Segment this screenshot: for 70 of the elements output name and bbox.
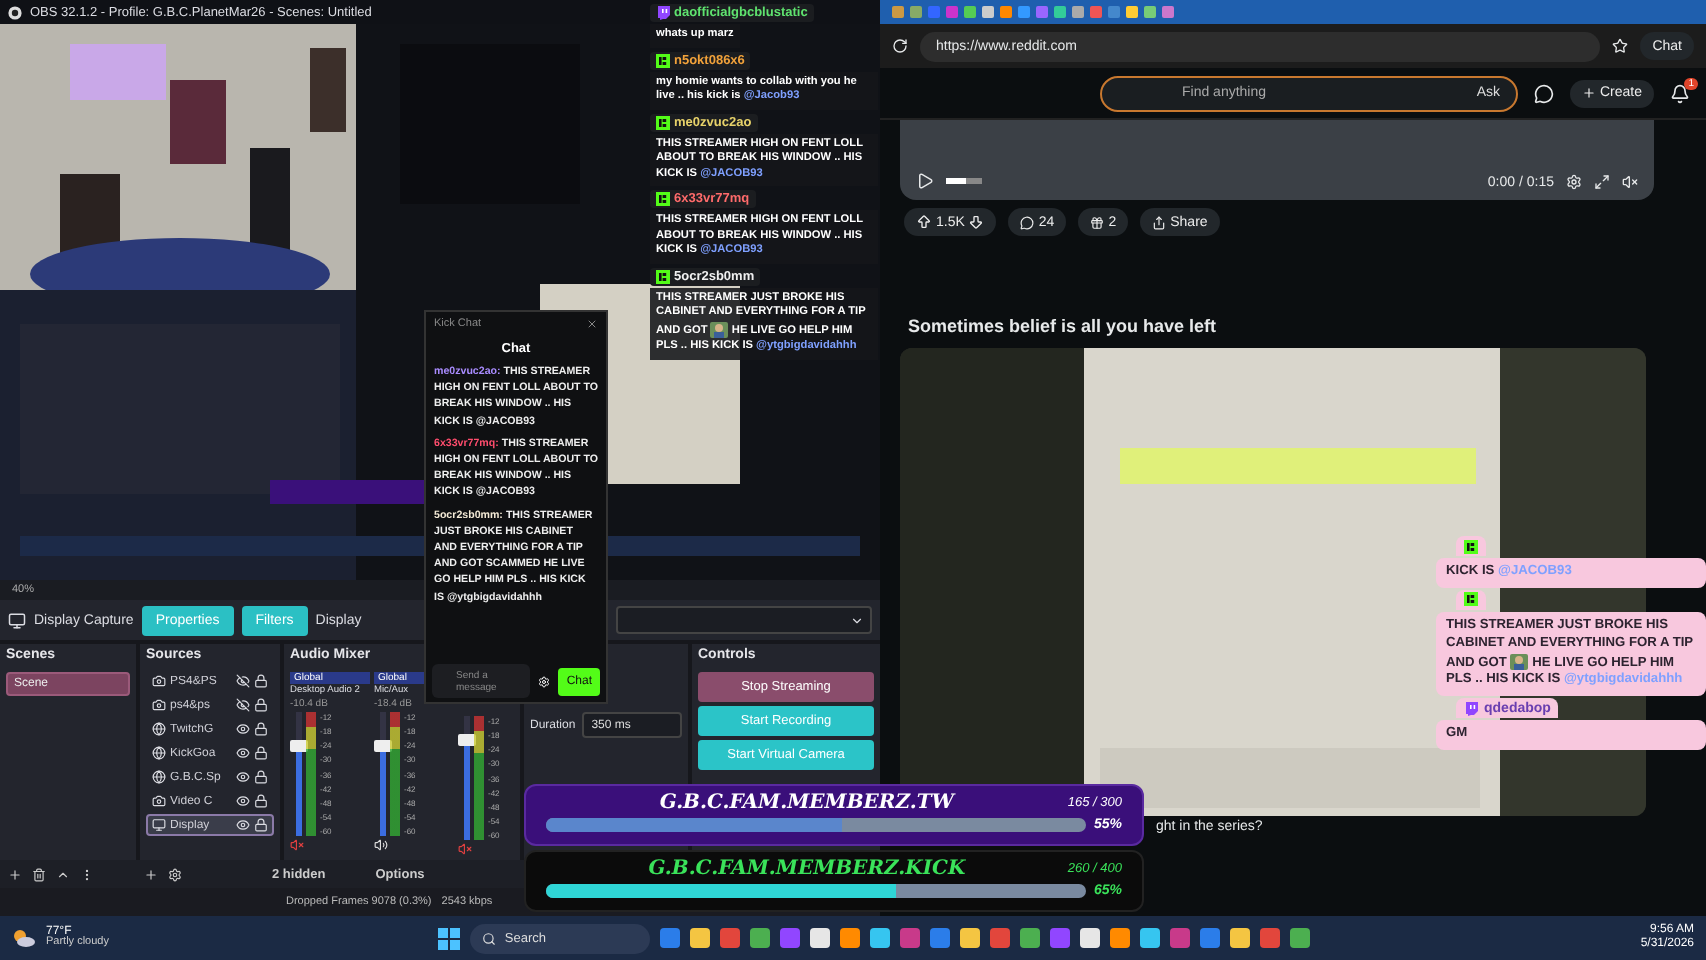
muted-speaker-icon[interactable] [458, 842, 472, 856]
display-icon [152, 818, 166, 832]
add-icon[interactable] [144, 867, 158, 881]
fullscreen-icon[interactable] [1594, 174, 1610, 190]
caret-icon [850, 613, 864, 627]
add-icon[interactable] [8, 867, 22, 881]
app-icon[interactable] [960, 928, 981, 948]
trash-icon[interactable] [32, 867, 46, 881]
downvote-icon [968, 214, 985, 230]
mute-icon[interactable] [1622, 174, 1638, 190]
goal-title: G.B.C.FAM.MEMBERZ.KICK [646, 858, 968, 880]
lock-icon[interactable] [254, 818, 268, 832]
more-icon[interactable] [80, 867, 94, 881]
speaker-icon[interactable] [374, 838, 388, 852]
app-icon[interactable] [690, 928, 711, 948]
eye-icon[interactable] [236, 818, 250, 832]
app-icon[interactable] [1230, 928, 1251, 948]
lock-icon[interactable] [254, 794, 268, 808]
star-icon[interactable] [1612, 38, 1629, 54]
upvote-icon [916, 214, 932, 230]
up-icon[interactable] [56, 867, 70, 881]
obs-logo-icon [8, 5, 22, 19]
browser-icon [152, 770, 166, 784]
close-icon[interactable] [586, 318, 598, 330]
comment-icon [1020, 215, 1035, 229]
eye-icon[interactable] [236, 746, 250, 760]
camera-icon [152, 674, 166, 688]
lock-icon[interactable] [254, 722, 268, 736]
level-meter [390, 712, 400, 836]
app-icon[interactable] [810, 928, 831, 948]
settings-icon[interactable] [168, 867, 182, 881]
lock-icon[interactable] [254, 770, 268, 784]
app-icon[interactable] [870, 928, 891, 948]
settings-icon[interactable] [1566, 174, 1582, 190]
app-icon[interactable] [1080, 928, 1101, 948]
search-icon [482, 931, 497, 945]
volume-slider[interactable] [946, 178, 982, 184]
weather-icon [12, 928, 36, 948]
eye-off-icon[interactable] [236, 698, 250, 712]
camera-icon [152, 698, 166, 712]
gift-icon [1090, 215, 1105, 229]
eye-icon[interactable] [236, 722, 250, 736]
lock-icon[interactable] [254, 746, 268, 760]
play-icon[interactable] [916, 172, 934, 190]
lock-icon[interactable] [254, 698, 268, 712]
level-meter [474, 716, 484, 840]
app-icon[interactable] [1290, 928, 1311, 948]
chat-icon[interactable] [1533, 83, 1554, 103]
camera-icon [152, 794, 166, 808]
app-icon[interactable] [1140, 928, 1161, 948]
goal-title: G.B.C.FAM.MEMBERZ.TW [657, 792, 958, 814]
bell-icon[interactable] [1670, 83, 1690, 103]
app-icon[interactable] [1020, 928, 1041, 948]
display-icon [8, 611, 26, 629]
reload-icon[interactable] [892, 38, 908, 54]
share-icon [1152, 215, 1167, 229]
app-icon[interactable] [1110, 928, 1131, 948]
browser-icon [152, 722, 166, 736]
post-title[interactable]: Sometimes belief is all you have left [908, 316, 1217, 336]
eye-icon[interactable] [236, 794, 250, 808]
level-meter [306, 712, 316, 836]
eye-off-icon[interactable] [236, 674, 250, 688]
start-icon[interactable] [438, 927, 461, 949]
muted-speaker-icon[interactable] [290, 838, 304, 852]
plus-icon [1581, 86, 1596, 100]
browser-icon [152, 746, 166, 760]
lock-icon[interactable] [254, 674, 268, 688]
app-icon[interactable] [840, 928, 861, 948]
app-icon[interactable] [750, 928, 771, 948]
eye-icon[interactable] [236, 770, 250, 784]
